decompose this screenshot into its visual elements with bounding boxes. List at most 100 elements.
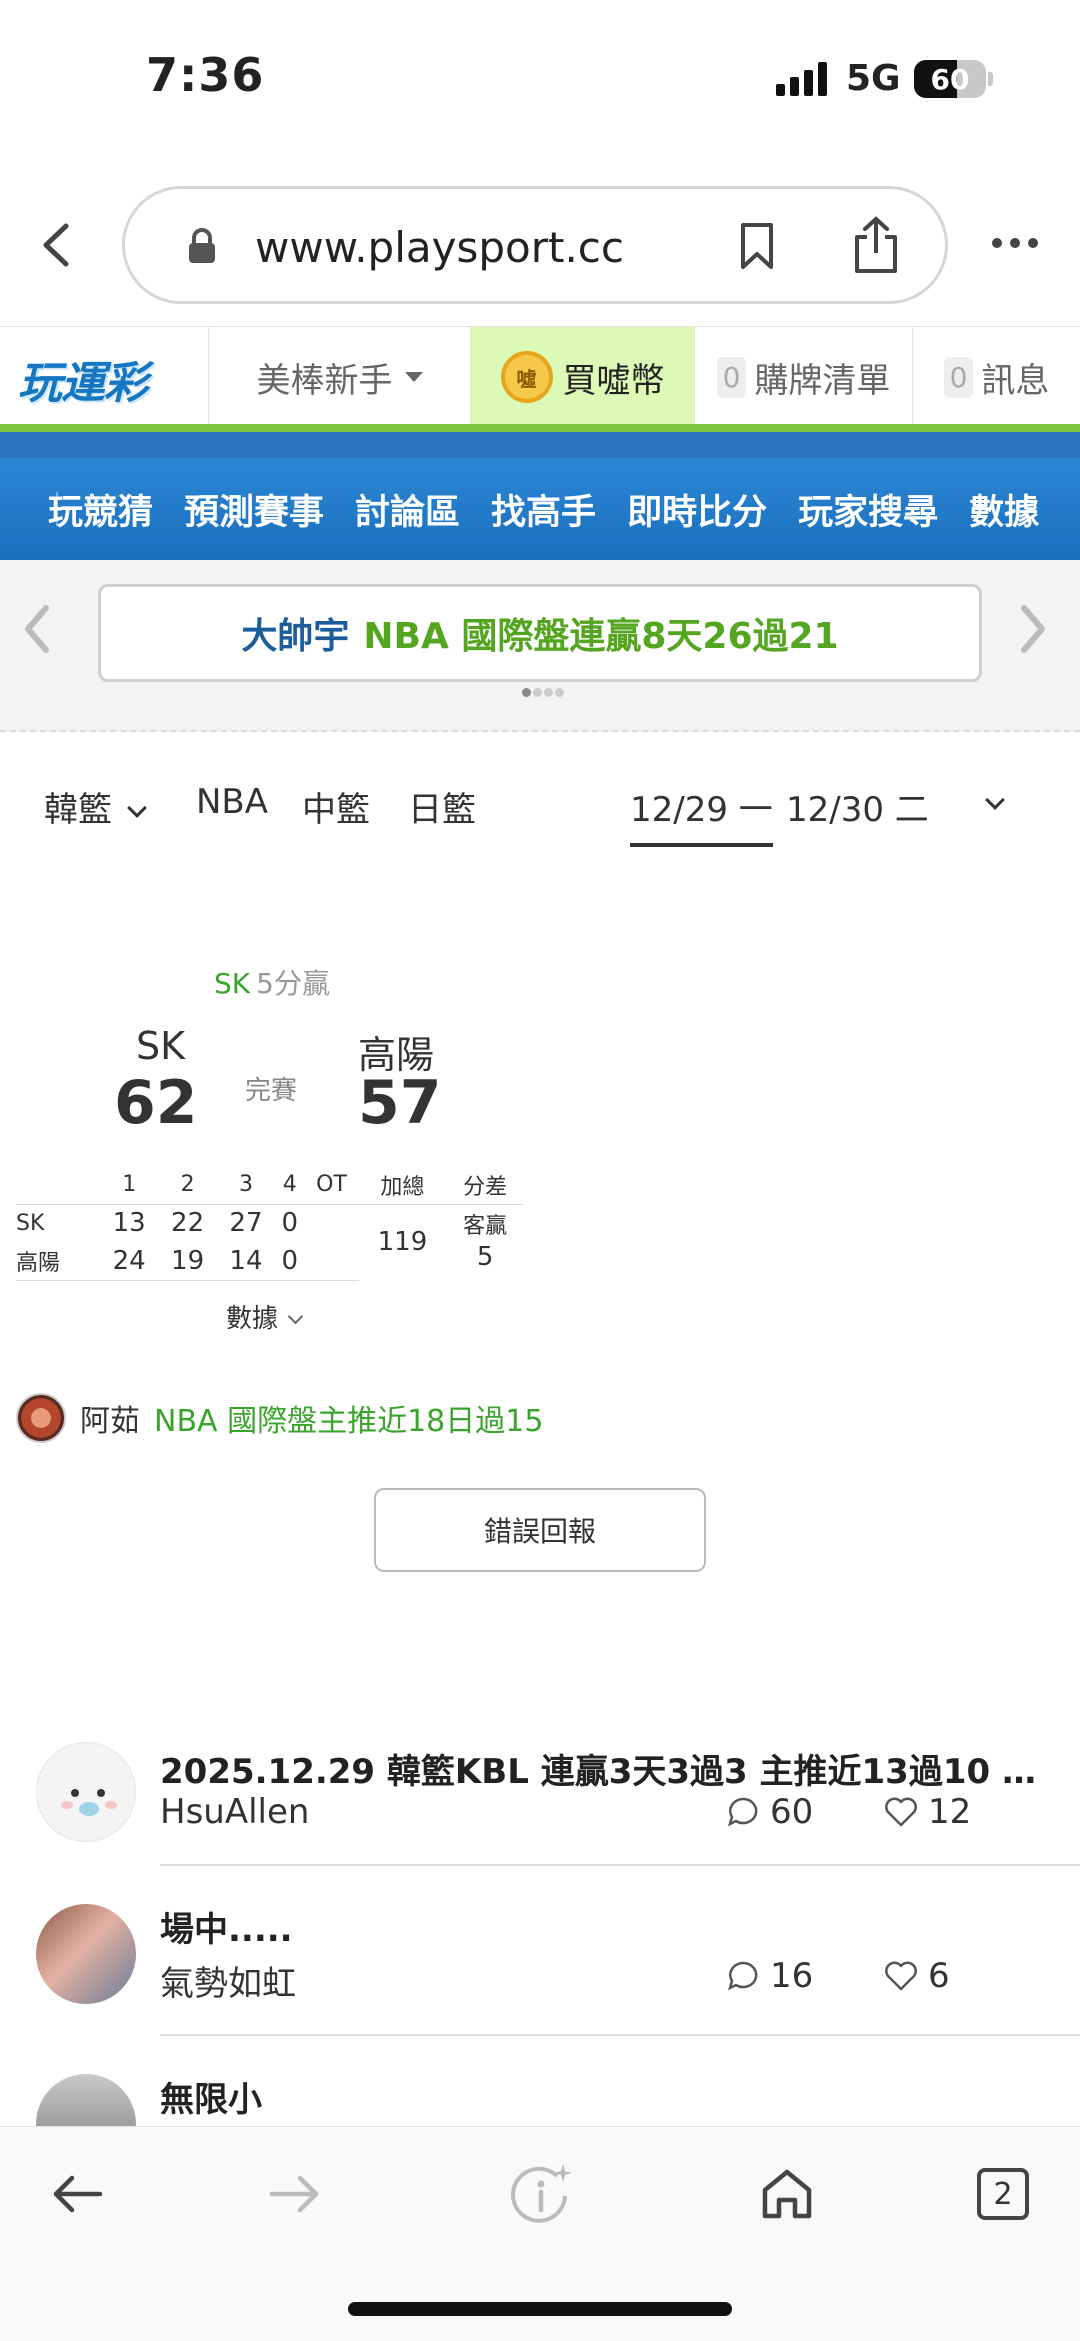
battery-level: 60 bbox=[930, 63, 970, 96]
nav-item-4[interactable]: 即時比分 bbox=[627, 484, 767, 535]
date-tab-1230[interactable]: 12/30 二 bbox=[786, 782, 929, 831]
share-icon[interactable] bbox=[851, 215, 901, 275]
row-team: 高陽 bbox=[16, 1242, 100, 1281]
cart-count-badge: 0 bbox=[716, 356, 747, 398]
signal-icon bbox=[776, 62, 827, 96]
chevron-down-icon bbox=[127, 798, 147, 818]
buy-coins-button[interactable]: 噓 買噓幣 bbox=[470, 327, 694, 427]
comment-count: 16 bbox=[770, 1956, 814, 1996]
league-tab-cba[interactable]: 中籃 bbox=[302, 782, 370, 831]
header-ot: OT bbox=[304, 1166, 359, 1205]
post-comments: 16 bbox=[726, 1956, 813, 1996]
row-q3: 14 bbox=[216, 1242, 276, 1281]
tabs-button[interactable]: 2 bbox=[968, 2159, 1038, 2229]
box-score-row: SK 13 22 27 0 119 客贏 5 bbox=[16, 1204, 524, 1272]
lock-icon bbox=[189, 228, 215, 263]
nav-item-1[interactable]: 預測賽事 bbox=[184, 484, 324, 535]
expert-record: NBA 國際盤主推近18日過15 bbox=[154, 1404, 544, 1439]
header-spread: 分差 bbox=[446, 1166, 524, 1205]
chevron-down-icon bbox=[985, 790, 1005, 810]
header-blue-stripe bbox=[0, 432, 1080, 458]
post-title: 無限小 bbox=[160, 2080, 262, 2120]
page-info-button[interactable] bbox=[506, 2159, 576, 2229]
arrow-right-icon bbox=[269, 2175, 319, 2213]
battery-tip bbox=[988, 72, 993, 86]
back-button[interactable] bbox=[42, 2159, 112, 2229]
nav-item-5[interactable]: 玩家搜尋 bbox=[798, 484, 938, 535]
league-dropdown[interactable]: 韓籃 bbox=[44, 782, 147, 831]
promo-banner[interactable]: 大帥宇 NBA 國際盤連贏8天26過21 bbox=[98, 584, 982, 682]
date-tab-1229[interactable]: 12/29 一 bbox=[630, 782, 773, 847]
date-dropdown[interactable] bbox=[970, 782, 1005, 822]
row-q2: 19 bbox=[158, 1242, 217, 1281]
nav-item-6[interactable]: 數據 bbox=[969, 484, 1039, 535]
url-text: www.playsport.cc bbox=[255, 223, 624, 272]
stats-toggle-label: 數據 bbox=[226, 1304, 279, 1334]
header-q1: 1 bbox=[100, 1166, 159, 1205]
error-report-button[interactable]: 錯誤回報 bbox=[374, 1488, 706, 1572]
status-time: 7:36 bbox=[146, 48, 265, 102]
header-total: 加總 bbox=[358, 1166, 447, 1205]
status-bar: 7:36 5G 60 bbox=[0, 0, 1080, 160]
more-options-icon[interactable] bbox=[990, 236, 1040, 250]
nav-item-0[interactable]: 玩競猜 bbox=[48, 484, 153, 535]
like-count: 6 bbox=[928, 1956, 950, 1996]
row-q1: 24 bbox=[100, 1242, 159, 1281]
nav-item-3[interactable]: 找高手 bbox=[491, 484, 596, 535]
bookmark-icon[interactable] bbox=[737, 221, 777, 271]
site-logo[interactable]: 玩運彩 bbox=[18, 347, 148, 411]
info-sparkle-icon bbox=[511, 2164, 572, 2223]
row-ot bbox=[304, 1242, 359, 1281]
carousel-dot bbox=[555, 688, 564, 697]
header-q4: 4 bbox=[275, 1166, 305, 1205]
divider bbox=[160, 1864, 1080, 1866]
box-score-header: 1 2 3 4 OT 加總 分差 bbox=[16, 1166, 524, 1205]
row-q4: 0 bbox=[275, 1242, 305, 1281]
post-comments: 60 bbox=[726, 1792, 813, 1832]
away-team-score: 57 bbox=[358, 1068, 442, 1138]
cart-list-label: 購牌清單 bbox=[754, 360, 891, 401]
stats-toggle[interactable]: 數據 bbox=[226, 1298, 304, 1335]
messages-button[interactable]: 0 訊息 bbox=[912, 327, 1080, 427]
nav-item-2[interactable]: 討論區 bbox=[355, 484, 460, 535]
forward-button[interactable] bbox=[260, 2159, 330, 2229]
like-count: 12 bbox=[928, 1792, 972, 1832]
spread-result: 客贏 bbox=[463, 1214, 508, 1240]
row-q4: 0 bbox=[281, 1208, 299, 1239]
promo-carousel: 大帥宇 NBA 國際盤連贏8天26過21 bbox=[0, 560, 1080, 732]
game-result-line: SK 5分贏 bbox=[214, 962, 330, 1002]
game-status: 完賽 bbox=[245, 1076, 298, 1106]
carousel-dot bbox=[533, 688, 542, 697]
league-tab-nba[interactable]: NBA bbox=[196, 782, 268, 822]
header-green-stripe bbox=[0, 424, 1080, 432]
newbie-menu[interactable]: 美棒新手 bbox=[208, 327, 470, 427]
row-q3: 27 bbox=[229, 1208, 263, 1239]
comment-icon bbox=[728, 1797, 758, 1827]
carousel-next-icon[interactable] bbox=[1018, 604, 1048, 654]
expert-recommendation[interactable]: 阿茹 NBA 國際盤主推近18日過15 bbox=[16, 1392, 543, 1444]
header-q3: 3 bbox=[216, 1166, 276, 1205]
header-q2: 2 bbox=[158, 1166, 217, 1205]
list-item[interactable]: 場中..... 氣勢如虹 16 6 bbox=[0, 1902, 1080, 2072]
site-header: 玩運彩 美棒新手 噓 買噓幣 0 購牌清單 0 訊息 bbox=[0, 326, 1080, 427]
league-dropdown-label: 韓籃 bbox=[44, 790, 112, 830]
cart-list-button[interactable]: 0 購牌清單 bbox=[694, 327, 912, 427]
list-item[interactable]: 無限小 bbox=[0, 2072, 1080, 2126]
carousel-dot bbox=[522, 688, 531, 697]
banner-expert: 大帥宇 bbox=[241, 616, 350, 657]
caret-down-icon bbox=[404, 372, 423, 382]
carousel-prev-icon[interactable] bbox=[22, 604, 52, 654]
league-tab-jba[interactable]: 日籃 bbox=[408, 782, 476, 831]
message-count-badge: 0 bbox=[943, 356, 974, 398]
avatar bbox=[16, 1393, 66, 1443]
arrow-left-icon bbox=[53, 2175, 103, 2213]
home-indicator bbox=[348, 2302, 732, 2316]
address-bar[interactable]: www.playsport.cc bbox=[122, 186, 948, 304]
comment-count: 60 bbox=[770, 1792, 814, 1832]
list-item[interactable]: 2025.12.29 韓籃KBL 連贏3天3過3 主推近13過10 傍晚6… H… bbox=[0, 1734, 1080, 1904]
expert-name: 阿茹 bbox=[80, 1404, 140, 1439]
post-likes: 6 bbox=[884, 1956, 950, 1996]
home-button[interactable] bbox=[752, 2159, 822, 2229]
chevron-left-icon[interactable] bbox=[38, 222, 78, 268]
row-q2: 22 bbox=[171, 1208, 205, 1239]
